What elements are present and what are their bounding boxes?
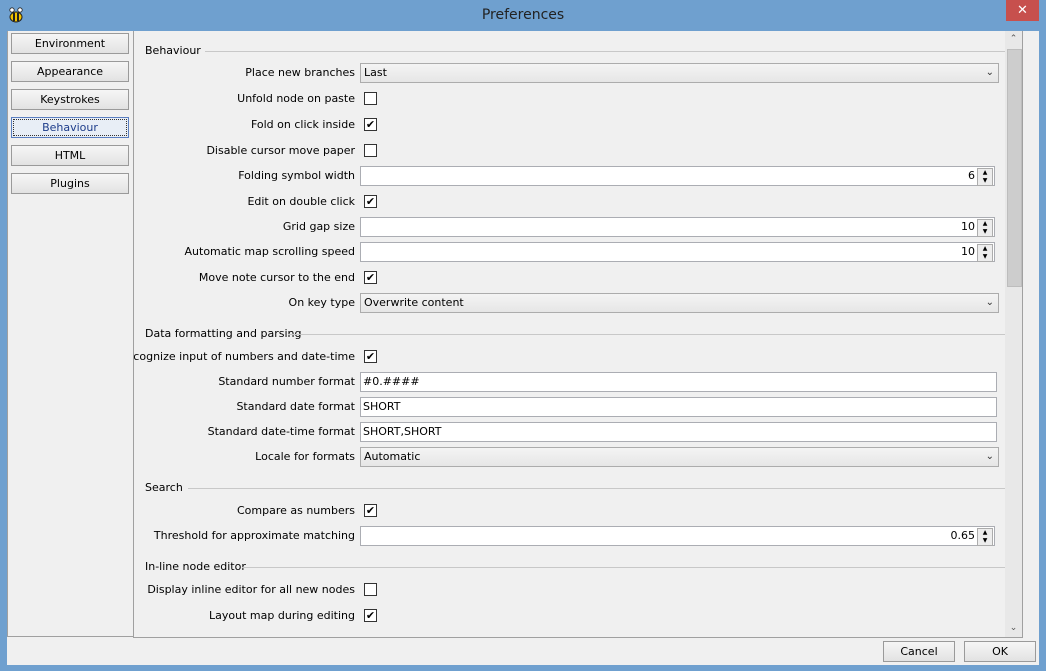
chevron-down-icon: ⌄ (985, 67, 994, 78)
folding-symbol-width-value: 6 (968, 169, 975, 182)
sidebar-item-plugins[interactable]: Plugins (11, 173, 129, 194)
place-new-branches-label: Place new branches (245, 66, 355, 79)
disable-cursor-move-paper-checkbox[interactable] (364, 144, 377, 157)
sidebar-item-keystrokes[interactable]: Keystrokes (11, 89, 129, 110)
place-new-branches-value: Last (364, 66, 387, 79)
close-button[interactable]: ✕ (1006, 0, 1039, 21)
display-inline-editor-label: Display inline editor for all new nodes (147, 583, 355, 596)
locale-for-formats-value: Automatic (364, 450, 421, 463)
standard-datetime-format-input[interactable]: SHORT,SHORT (360, 422, 997, 442)
standard-number-format-input[interactable]: #0.#### (360, 372, 997, 392)
section-divider (188, 488, 1010, 489)
compare-as-numbers-label: Compare as numbers (236, 504, 355, 517)
automatic-map-scrolling-speed-spinner[interactable]: 10 ▲ ▼ (360, 242, 995, 262)
standard-datetime-format-label: Standard date-time format (207, 425, 355, 438)
folding-symbol-width-spinner[interactable]: 6 ▲ ▼ (360, 166, 995, 186)
spin-buttons[interactable]: ▲ ▼ (977, 168, 993, 186)
section-divider (205, 51, 1010, 52)
move-note-cursor-checkbox[interactable]: ✔ (364, 271, 377, 284)
section-header-search: Search (145, 481, 183, 494)
on-key-type-value: Overwrite content (364, 296, 464, 309)
dialog-client: Environment Appearance Keystrokes Behavi… (7, 31, 1039, 665)
unfold-node-on-paste-label: Unfold node on paste (237, 92, 355, 105)
grid-gap-size-value: 10 (961, 220, 975, 233)
recognize-input-checkbox[interactable]: ✔ (364, 350, 377, 363)
window-title: Preferences (481, 7, 565, 23)
layout-map-during-editing-checkbox[interactable]: ✔ (364, 609, 377, 622)
spin-up-icon[interactable]: ▲ (978, 245, 992, 253)
section-divider (242, 567, 1010, 568)
spin-up-icon[interactable]: ▲ (978, 529, 992, 537)
compare-as-numbers-checkbox[interactable]: ✔ (364, 504, 377, 517)
spin-buttons[interactable]: ▲ ▼ (977, 219, 993, 237)
move-note-cursor-label: Move note cursor to the end (198, 271, 355, 284)
disable-cursor-move-paper-label: Disable cursor move paper (206, 144, 355, 157)
automatic-map-scrolling-speed-label: Automatic map scrolling speed (184, 245, 355, 258)
recognize-input-label: Recognize input of numbers and date-time (133, 350, 355, 363)
scroll-thumb[interactable] (1007, 49, 1022, 287)
sidebar-item-environment[interactable]: Environment (11, 33, 129, 54)
vertical-scrollbar[interactable]: ⌃ ⌄ (1005, 31, 1022, 637)
cancel-button[interactable]: Cancel (883, 641, 955, 662)
spin-down-icon[interactable]: ▼ (978, 228, 992, 236)
on-key-type-select[interactable]: Overwrite content ⌄ (360, 293, 999, 313)
chevron-down-icon: ⌄ (985, 297, 994, 308)
spin-up-icon[interactable]: ▲ (978, 220, 992, 228)
spin-buttons[interactable]: ▲ ▼ (977, 528, 993, 546)
unfold-node-on-paste-checkbox[interactable] (364, 92, 377, 105)
check-icon: ✔ (365, 195, 376, 208)
folding-symbol-width-label: Folding symbol width (238, 169, 355, 182)
threshold-value: 0.65 (950, 529, 976, 542)
section-header-inline-editor: In-line node editor (145, 560, 246, 573)
sidebar-item-behaviour[interactable]: Behaviour (11, 117, 129, 138)
edit-on-double-click-label: Edit on double click (247, 195, 355, 208)
spin-up-icon[interactable]: ▲ (978, 169, 992, 177)
threshold-label: Threshold for approximate matching (153, 529, 355, 542)
check-icon: ✔ (365, 350, 376, 363)
check-icon: ✔ (365, 118, 376, 131)
automatic-map-scrolling-speed-value: 10 (961, 245, 975, 258)
preferences-window: Preferences ✕ Environment Appearance Key… (0, 0, 1046, 671)
spin-down-icon[interactable]: ▼ (978, 537, 992, 545)
section-header-data-formatting: Data formatting and parsing (145, 327, 302, 340)
grid-gap-size-spinner[interactable]: 10 ▲ ▼ (360, 217, 995, 237)
threshold-spinner[interactable]: 0.65 ▲ ▼ (360, 526, 995, 546)
sidebar-item-appearance[interactable]: Appearance (11, 61, 129, 82)
fold-on-click-inside-label: Fold on click inside (250, 118, 355, 131)
section-header-behaviour: Behaviour (145, 44, 201, 57)
on-key-type-label: On key type (288, 296, 355, 309)
locale-for-formats-label: Locale for formats (255, 450, 355, 463)
standard-number-format-label: Standard number format (218, 375, 355, 388)
spin-buttons[interactable]: ▲ ▼ (977, 244, 993, 262)
fold-on-click-inside-checkbox[interactable]: ✔ (364, 118, 377, 131)
layout-map-during-editing-label: Layout map during editing (209, 609, 355, 622)
check-icon: ✔ (365, 504, 376, 517)
edit-on-double-click-checkbox[interactable]: ✔ (364, 195, 377, 208)
place-new-branches-select[interactable]: Last ⌄ (360, 63, 999, 83)
preferences-sidebar: Environment Appearance Keystrokes Behavi… (7, 31, 134, 637)
standard-date-format-label: Standard date format (236, 400, 355, 413)
check-icon: ✔ (365, 609, 376, 622)
check-icon: ✔ (365, 271, 376, 284)
ok-button[interactable]: OK (964, 641, 1036, 662)
preferences-panel: Behaviour Place new branches Last ⌄ Unfo… (133, 31, 1023, 638)
scroll-down-icon[interactable]: ⌄ (1005, 620, 1022, 637)
chevron-down-icon: ⌄ (985, 451, 994, 462)
section-divider (288, 334, 1010, 335)
title-bar: Preferences ✕ (0, 0, 1046, 31)
scroll-up-icon[interactable]: ⌃ (1005, 31, 1022, 48)
standard-date-format-input[interactable]: SHORT (360, 397, 997, 417)
grid-gap-size-label: Grid gap size (282, 220, 355, 233)
display-inline-editor-checkbox[interactable] (364, 583, 377, 596)
sidebar-item-html[interactable]: HTML (11, 145, 129, 166)
spin-down-icon[interactable]: ▼ (978, 253, 992, 261)
spin-down-icon[interactable]: ▼ (978, 177, 992, 185)
locale-for-formats-select[interactable]: Automatic ⌄ (360, 447, 999, 467)
